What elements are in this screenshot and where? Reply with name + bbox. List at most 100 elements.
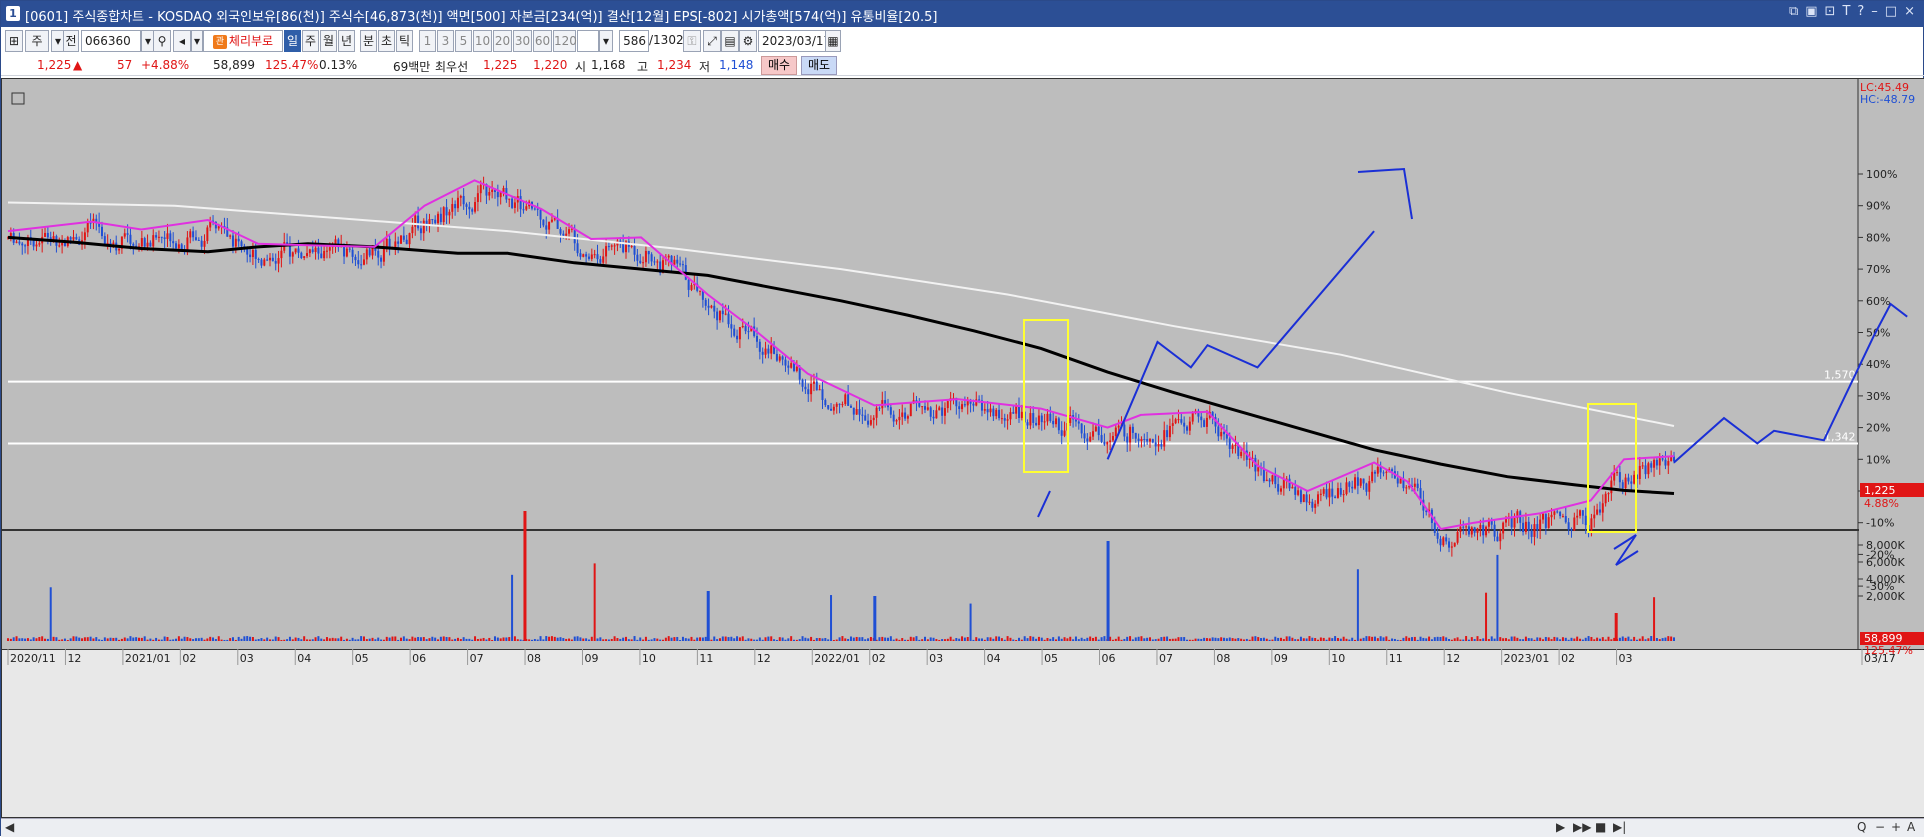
interval-60[interactable]: 60 [533, 30, 552, 52]
auto-scale-icon[interactable]: A [1907, 820, 1915, 834]
volume-bar [1428, 636, 1431, 641]
count-input[interactable]: 586 [619, 30, 649, 52]
volume-bar [924, 636, 927, 641]
candle-body [1077, 421, 1080, 424]
price-chart[interactable]: 100%90%80%70%60%50%40%30%20%10%0%-10%-20… [2, 79, 1924, 817]
scroll-left-icon[interactable]: ◀ [5, 820, 14, 834]
candle-body [1154, 442, 1157, 447]
interval-120[interactable]: 120 [553, 30, 577, 52]
period-second[interactable]: 초 [378, 30, 395, 52]
help-icon[interactable]: ? [1857, 4, 1864, 19]
volume-bar [630, 639, 633, 641]
interval-10[interactable]: 10 [473, 30, 492, 52]
minimize-icon[interactable]: – [1871, 4, 1878, 19]
zoom-icon[interactable]: Q [1857, 820, 1866, 834]
volume-bar [437, 639, 440, 641]
volume-bar [533, 639, 536, 641]
candle-body [568, 229, 571, 234]
gear-icon[interactable]: ⚙ [739, 30, 757, 52]
all-label[interactable]: 전 [63, 30, 79, 52]
stock-code-input[interactable]: 066360 [81, 30, 141, 52]
scroll-right-icon[interactable]: ▶ [1556, 820, 1565, 834]
zoom-out-icon[interactable]: − [1875, 820, 1885, 834]
volume-bar [135, 637, 138, 641]
volume-bar [1151, 639, 1154, 641]
vol-tick-label: 8,000K [1866, 539, 1905, 552]
volume-bar [26, 638, 29, 641]
sound-dropdown-icon[interactable]: ▾ [191, 30, 203, 52]
chart-area[interactable]: 100%90%80%70%60%50%40%30%20%10%0%-10%-20… [1, 78, 1924, 818]
volume-bar [1166, 636, 1169, 641]
volume-bar [1214, 637, 1217, 641]
volume-bar [565, 638, 568, 641]
period-tick[interactable]: 틱 [396, 30, 413, 52]
candle-body [909, 403, 912, 417]
interval-20[interactable]: 20 [493, 30, 512, 52]
search-icon[interactable]: ⚲ [153, 30, 171, 52]
candle-body [550, 219, 553, 222]
candle-body [787, 365, 790, 368]
volume-bar [1228, 637, 1231, 641]
volume-bar [95, 637, 98, 641]
volume-bar [254, 639, 257, 641]
zoom-in-icon[interactable]: + [1891, 820, 1901, 834]
interval-dropdown-icon[interactable]: ▾ [599, 30, 613, 52]
sound-icon[interactable]: ◂ [173, 30, 191, 52]
period-year[interactable]: 년 [338, 30, 355, 52]
stock-name-field[interactable]: 관 체리부로 [203, 30, 283, 52]
stop-icon[interactable]: ■ [1595, 820, 1606, 834]
candle-body [690, 285, 693, 290]
volume-bar [291, 639, 294, 641]
volume-bar [320, 638, 323, 641]
crosshair-icon[interactable]: ⤢ [703, 30, 721, 52]
calendar-icon[interactable]: ▦ [825, 30, 841, 52]
volume-bar [334, 638, 337, 641]
volume-bar [86, 637, 89, 641]
pin-icon[interactable]: T [1842, 4, 1850, 19]
candle-body [1000, 418, 1003, 420]
volume-bar [610, 638, 613, 641]
type-select[interactable]: 주 [25, 30, 49, 52]
volume-bar [35, 638, 38, 641]
candle-body [1277, 484, 1280, 492]
layout-icon[interactable]: ⊞ [5, 30, 23, 52]
candle-body [1541, 513, 1544, 520]
end-icon[interactable]: ▶| [1613, 820, 1626, 834]
period-week[interactable]: 주 [302, 30, 319, 52]
candle-body [422, 220, 425, 234]
volume-bar [1131, 639, 1134, 641]
restore-icon[interactable]: ⧉ [1789, 4, 1798, 19]
candle-body [784, 359, 787, 366]
link-icon[interactable]: ⊡ [1825, 4, 1836, 19]
volume-bar [456, 637, 459, 641]
bottom-scrollbar[interactable]: ◀ ▶ ▶▶ ■ ▶| Q − + A [1, 818, 1924, 837]
volume-bar [140, 637, 143, 641]
candle-body [633, 246, 636, 255]
volume-bar [1271, 639, 1274, 641]
volume-bar [699, 637, 702, 641]
interval-5[interactable]: 5 [455, 30, 472, 52]
period-day[interactable]: 일 [284, 30, 301, 52]
period-month[interactable]: 월 [320, 30, 337, 52]
maximize-icon[interactable]: □ [1885, 4, 1897, 19]
volume-bar [1462, 639, 1465, 641]
fast-forward-icon[interactable]: ▶▶ [1573, 820, 1591, 834]
interval-30[interactable]: 30 [513, 30, 532, 52]
sell-button[interactable]: 매도 [801, 56, 837, 75]
volume-bar [642, 639, 645, 641]
volume-bar [1541, 639, 1544, 641]
volume-bar [585, 638, 588, 641]
interval-1[interactable]: 1 [419, 30, 436, 52]
date-input[interactable]: 2023/03/17 [758, 30, 831, 52]
tile-icon[interactable]: ▣ [1805, 4, 1817, 19]
lock-icon[interactable]: ⚿ [683, 30, 701, 52]
buy-button[interactable]: 매수 [761, 56, 797, 75]
interval-3[interactable]: 3 [437, 30, 454, 52]
close-icon[interactable]: × [1904, 4, 1915, 19]
best-quote-label: 최우선 [435, 60, 469, 74]
save-icon[interactable]: ▤ [721, 30, 739, 52]
volume-bar [869, 636, 872, 641]
volume-bar [75, 636, 78, 641]
custom-interval-input[interactable] [577, 30, 599, 52]
period-minute[interactable]: 분 [360, 30, 377, 52]
